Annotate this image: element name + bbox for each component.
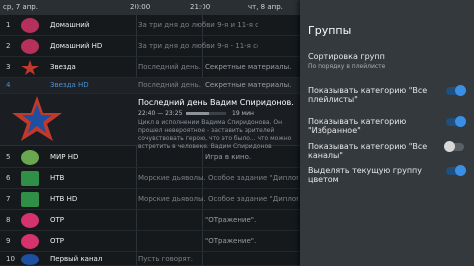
program-title[interactable]: За три дня до любви 9-я и 11-я серии. 12…: [138, 21, 258, 29]
timeline-time: 20:00: [130, 3, 151, 11]
channel-row[interactable]: 2 Домашний HD За три дня до любви 9-я - …: [0, 36, 300, 57]
program-title[interactable]: Секретные материалы.: [205, 81, 300, 89]
timeline-time: 21:00: [190, 3, 211, 11]
channel-logo-icon: [21, 234, 39, 249]
channel-row[interactable]: 7 НТВ HD Морские дьяволы. Особое задание…: [0, 189, 300, 210]
option-label: Показывать категорию "Все плейлисты": [308, 86, 428, 104]
toggle-knob: [455, 165, 466, 176]
channel-name: НТВ HD: [50, 195, 78, 203]
option-highlight-group[interactable]: Выделять текущую группу цветом: [308, 165, 468, 184]
option-label: Показывать категорию "Все каналы": [308, 142, 428, 160]
program-title[interactable]: За три дня до любви 9-я - 11-я серии. 12…: [138, 42, 258, 50]
channel-number: 9: [6, 237, 11, 245]
channel-name: Звезда HD: [50, 81, 89, 89]
program-detail: Последний день Вадим Спиридонов. 22:40 —…: [0, 94, 300, 150]
channel-number: 4: [6, 81, 11, 89]
option-show-favorites[interactable]: Показывать категорию "Избранное": [308, 116, 468, 135]
channel-row[interactable]: 10 Первый канал Пусть говорят.: [0, 252, 300, 266]
toggle-knob: [444, 141, 455, 152]
channel-name: НТВ: [50, 174, 65, 182]
toggle-switch[interactable]: [446, 165, 466, 176]
program-detail-title: Последний день Вадим Спиридонов.: [138, 98, 294, 107]
option-label: Выделять текущую группу цветом: [308, 166, 423, 184]
channel-row-selected[interactable]: 4 Звезда HD Последний день. Секретные ма…: [0, 78, 300, 94]
channel-number: 5: [6, 153, 11, 161]
channel-row[interactable]: 3 Звезда Последний день. Секретные матер…: [0, 57, 300, 78]
program-progress-fill: [186, 112, 210, 115]
toggle-knob: [455, 85, 466, 96]
channel-row[interactable]: 9 ОТР "ОТражение".: [0, 231, 300, 252]
channel-number: 8: [6, 216, 11, 224]
channel-logo-icon: [21, 213, 39, 228]
panel-title: Группы: [308, 24, 352, 37]
timeline-next-date: чт, 8 апр.: [248, 3, 283, 11]
channel-name: МИР HD: [50, 153, 79, 161]
channel-logo-icon: [21, 171, 39, 186]
program-title[interactable]: Морские дьяволы. Особое задание "Диплома…: [138, 174, 298, 182]
option-show-all-channels[interactable]: Показывать категорию "Все каналы": [308, 141, 468, 160]
option-label: Показывать категорию "Избранное": [308, 117, 407, 135]
epg-guide: ср, 7 апр. 20:00 21:00 чт, 8 апр. 1 Дома…: [0, 0, 300, 266]
channel-name: Домашний HD: [50, 42, 103, 50]
channel-row[interactable]: 1 Домашний За три дня до любви 9-я и 11-…: [0, 15, 300, 36]
program-title[interactable]: Пусть говорят.: [138, 255, 258, 263]
program-progress-bar: [186, 112, 226, 115]
channel-logo-icon: [21, 192, 39, 207]
program-title[interactable]: Морские дьяволы. Особое задание "Диплома…: [138, 195, 298, 203]
option-show-all-playlists[interactable]: Показывать категорию "Все плейлисты": [308, 85, 468, 104]
program-detail-time: 22:40 — 23:25: [138, 110, 183, 117]
channel-number: 6: [6, 174, 11, 182]
channel-number: 10: [6, 255, 15, 263]
channel-logo-icon: [21, 150, 39, 165]
channel-name: ОТР: [50, 237, 65, 245]
toggle-knob: [455, 116, 466, 127]
channel-name: Звезда: [50, 63, 76, 71]
sort-groups-label: Сортировка групп: [308, 52, 385, 61]
channel-row[interactable]: 6 НТВ Морские дьяволы. Особое задание "Д…: [0, 168, 300, 189]
program-title[interactable]: Секретные материалы.: [205, 63, 300, 71]
channel-logo-icon: [21, 39, 39, 54]
channel-name: Домашний: [50, 21, 90, 29]
channel-row[interactable]: 8 ОТР "ОТражение".: [0, 210, 300, 231]
channel-logo-icon: [21, 254, 39, 265]
channel-number: 1: [6, 21, 11, 29]
sort-groups-value: По порядку в плейлисте: [308, 63, 386, 70]
toggle-switch[interactable]: [446, 85, 466, 96]
program-title[interactable]: Игра в кино.: [205, 153, 300, 161]
channel-logo-icon: [21, 18, 39, 33]
channel-number: 3: [6, 63, 11, 71]
timeline-bar: ср, 7 апр. 20:00 21:00 чт, 8 апр.: [0, 0, 300, 15]
channel-name: Первый канал: [50, 255, 103, 263]
timeline-date: ср, 7 апр.: [3, 3, 38, 11]
groups-settings-panel: Группы Сортировка групп По порядку в пле…: [300, 0, 474, 266]
sort-groups-setting[interactable]: Сортировка групп По порядку в плейлисте: [308, 52, 385, 70]
toggle-switch[interactable]: [444, 141, 464, 152]
program-title[interactable]: "ОТражение".: [205, 237, 300, 245]
star-logo-icon: [21, 60, 39, 75]
program-detail-duration: 19 мин: [232, 110, 254, 117]
channel-number: 2: [6, 42, 11, 50]
channel-number: 7: [6, 195, 11, 203]
program-title[interactable]: "ОТражение".: [205, 216, 300, 224]
channel-name: ОТР: [50, 216, 65, 224]
toggle-switch[interactable]: [446, 116, 466, 127]
star-logo-icon: [12, 96, 62, 141]
channel-row[interactable]: 5 МИР HD Игра в кино.: [0, 147, 300, 168]
